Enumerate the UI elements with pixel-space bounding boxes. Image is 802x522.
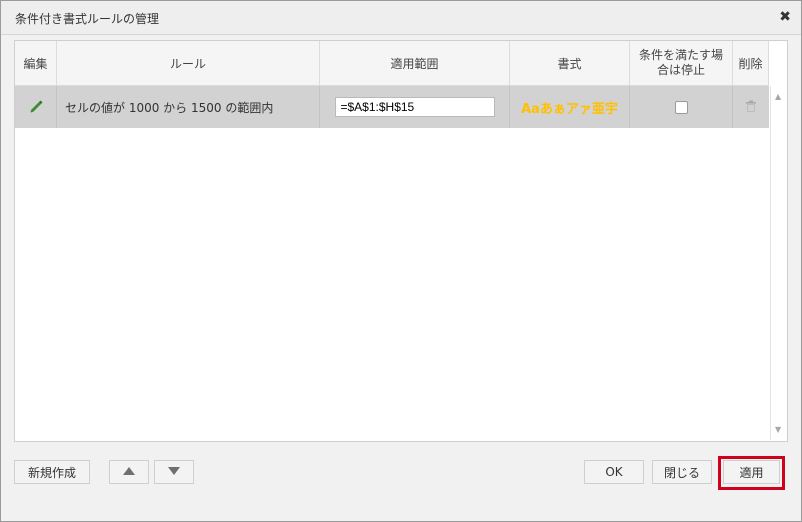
vertical-scrollbar[interactable]: ▲ ▼ — [770, 86, 787, 440]
header-range: 適用範囲 — [320, 41, 510, 86]
ok-button[interactable]: OK — [584, 460, 644, 484]
format-sample: Aaあぁアァ亜宇 — [521, 101, 618, 117]
stop-if-true-cell — [630, 86, 733, 128]
stop-if-true-checkbox[interactable] — [674, 100, 688, 114]
format-cell: Aaあぁアァ亜宇 — [510, 86, 630, 128]
move-down-button[interactable] — [154, 460, 194, 484]
delete-cell — [733, 86, 769, 128]
move-up-button[interactable] — [109, 460, 149, 484]
header-format: 書式 — [510, 41, 630, 86]
scroll-down-icon[interactable]: ▼ — [775, 425, 781, 434]
rules-table: 編集 ルール 適用範囲 書式 条件を満たす場合は停止 削除 セルの値が 1000… — [14, 40, 788, 442]
dialog-title: 条件付き書式ルールの管理 — [15, 12, 160, 26]
new-rule-button[interactable]: 新規作成 — [14, 460, 90, 484]
conditional-format-dialog: 条件付き書式ルールの管理 ✖ 編集 ルール 適用範囲 書式 条件を満たす場合は停… — [0, 0, 802, 522]
rule-text: セルの値が 1000 から 1500 の範囲内 — [65, 100, 274, 115]
triangle-down-icon — [167, 465, 181, 479]
titlebar: 条件付き書式ルールの管理 ✖ — [1, 1, 801, 35]
apply-button[interactable]: 適用 — [723, 460, 780, 484]
triangle-up-icon — [122, 465, 136, 479]
pencil-icon[interactable] — [28, 98, 44, 117]
close-label: 閉じる — [663, 465, 700, 480]
header-rule: ルール — [57, 41, 320, 86]
range-input[interactable] — [334, 97, 495, 117]
close-button[interactable]: 閉じる — [652, 460, 712, 484]
range-cell — [320, 86, 510, 128]
table-row[interactable]: セルの値が 1000 から 1500 の範囲内 Aaあぁアァ亜宇 — [15, 86, 769, 128]
rule-cell: セルの値が 1000 から 1500 の範囲内 — [57, 86, 320, 128]
header-delete: 削除 — [733, 41, 769, 86]
trash-icon[interactable] — [744, 99, 758, 116]
header-edit: 編集 — [15, 41, 57, 86]
apply-label: 適用 — [739, 465, 764, 480]
close-icon[interactable]: ✖ — [779, 9, 791, 25]
new-rule-label: 新規作成 — [27, 465, 76, 480]
ok-label: OK — [605, 465, 623, 479]
header-stop-if-true: 条件を満たす場合は停止 — [630, 41, 733, 86]
scroll-up-icon[interactable]: ▲ — [775, 92, 781, 101]
edit-cell[interactable] — [15, 86, 57, 128]
